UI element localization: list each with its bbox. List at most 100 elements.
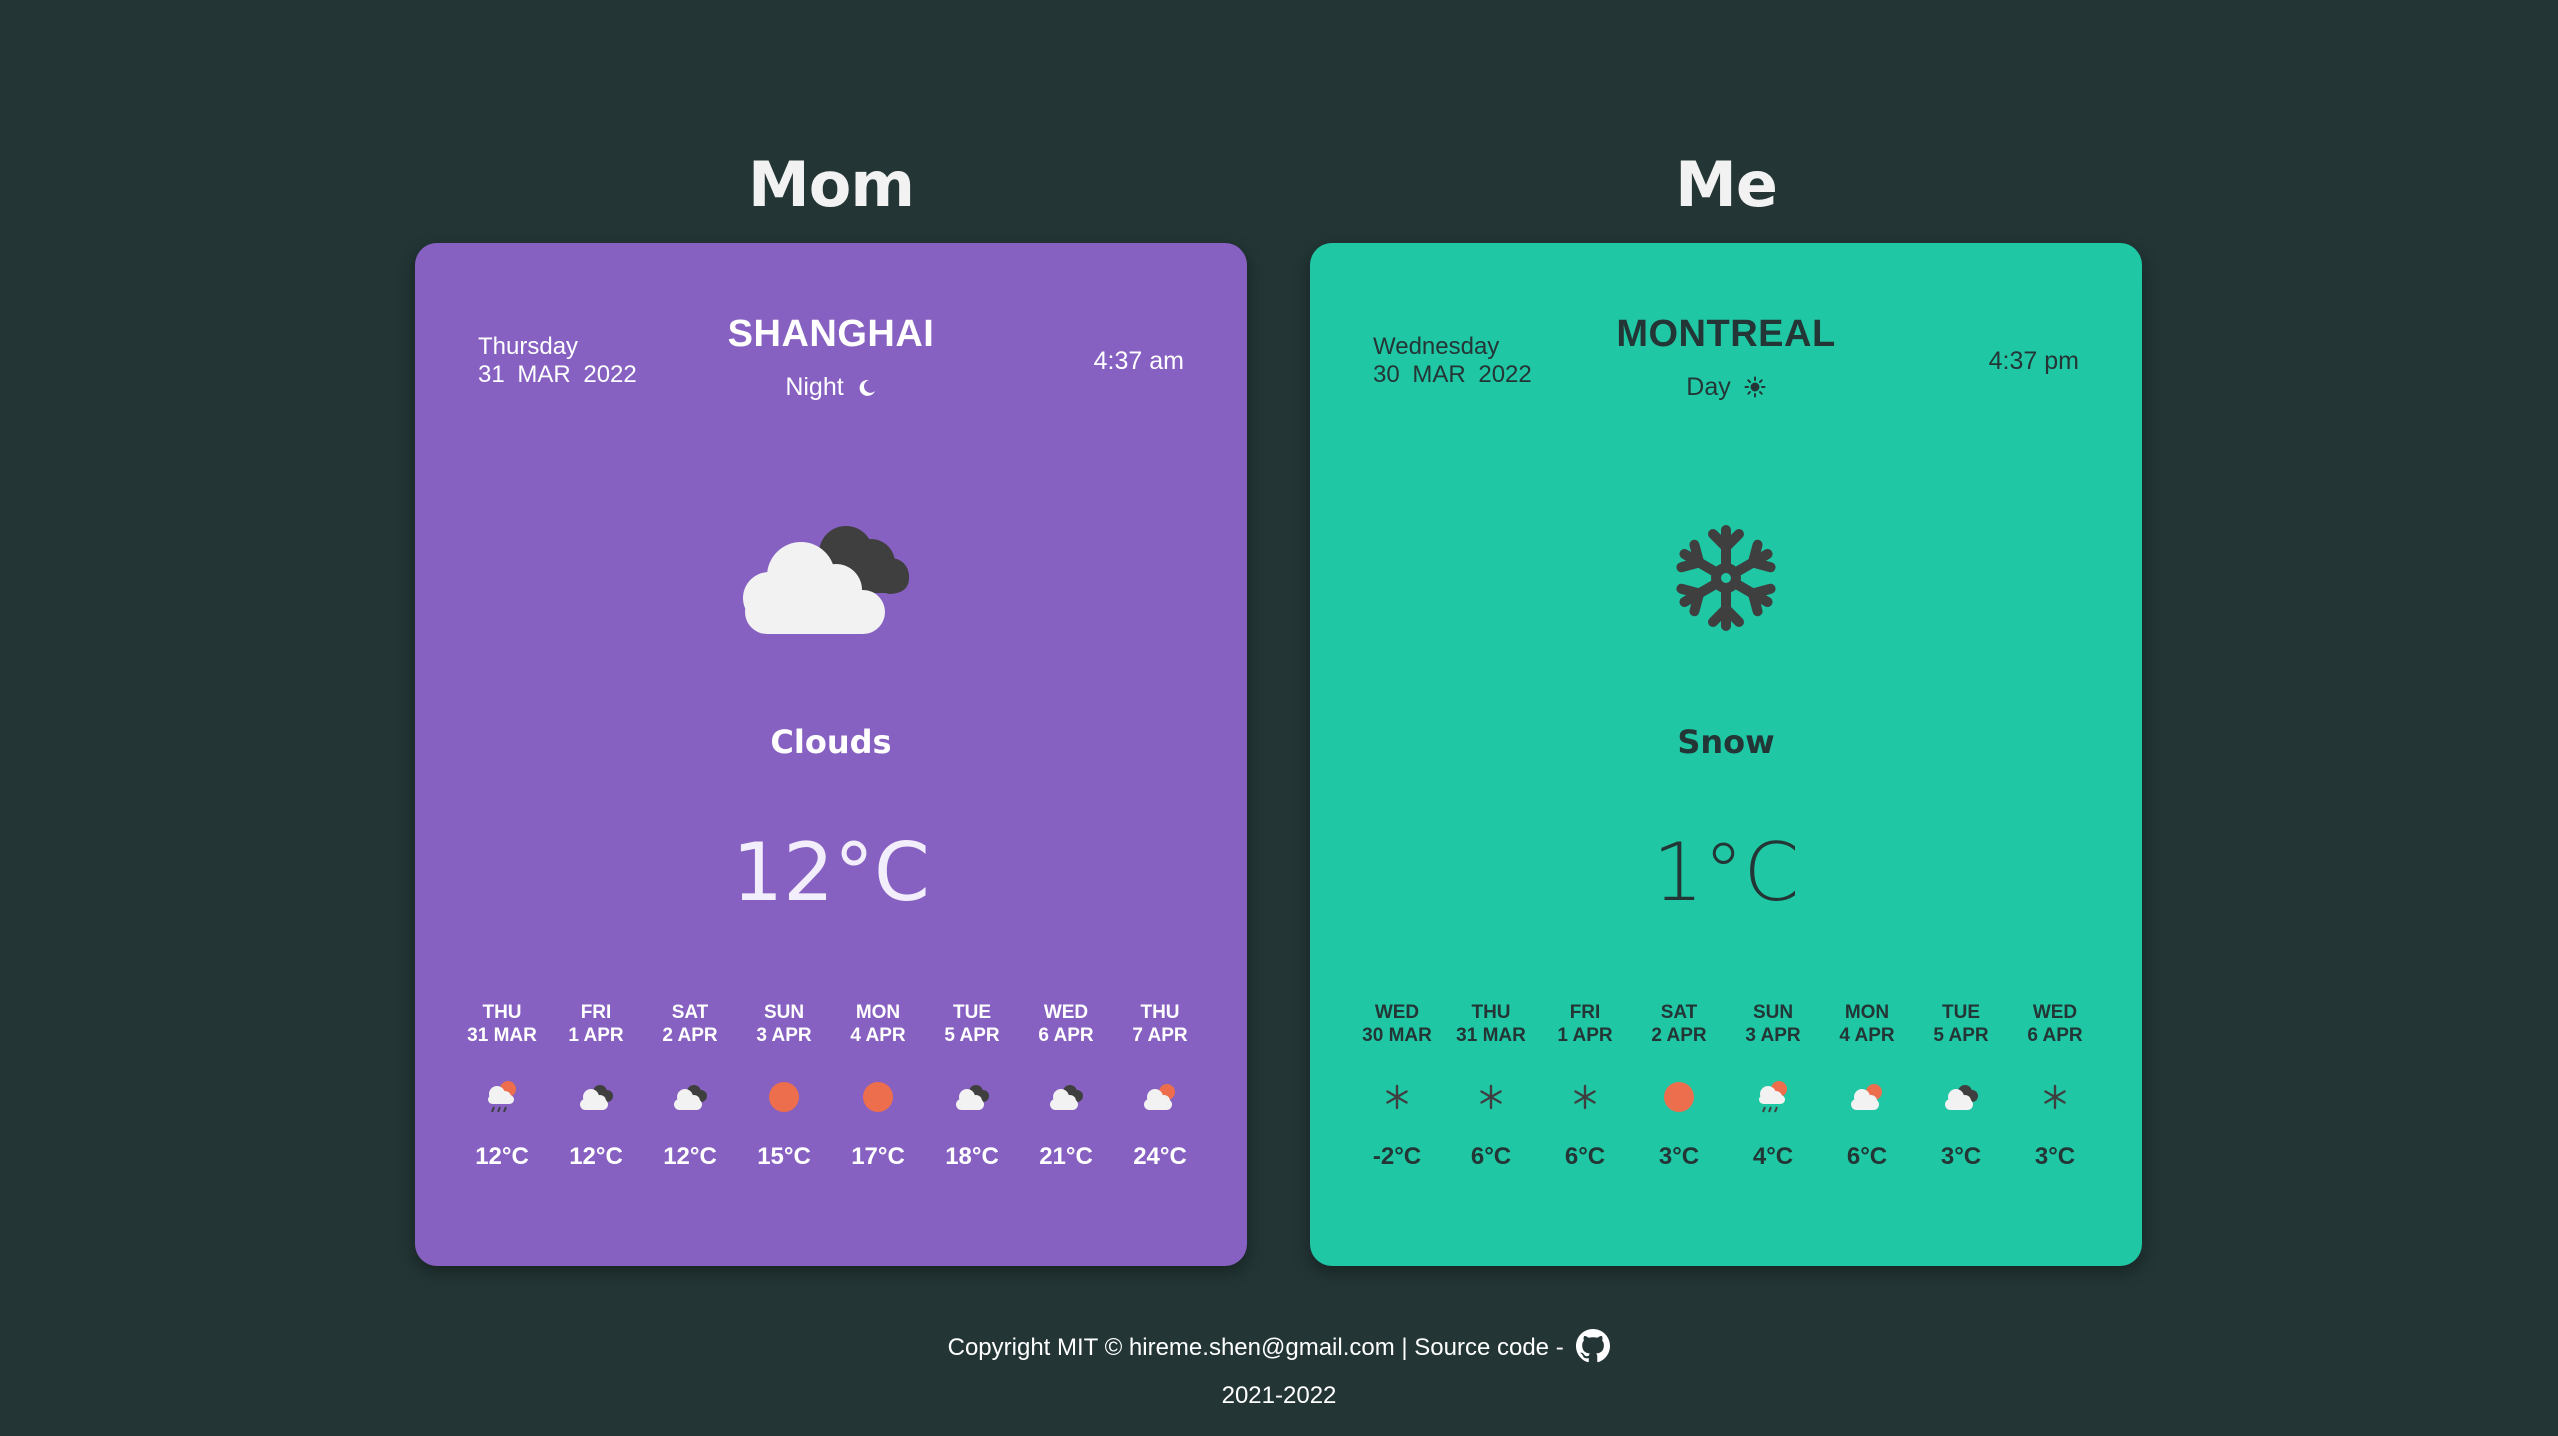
- rain-sun-icon: [488, 1081, 516, 1113]
- forecast-date: 4 APR: [1839, 1025, 1895, 1046]
- weather-card: Thursday 31 MAR 2022 SHANGHAI Night 4:37…: [415, 243, 1247, 1266]
- forecast-day: WED: [1043, 1002, 1089, 1023]
- forecast-item: WED 30 MAR -2°C: [1353, 1001, 1441, 1171]
- forecast-item: THU 31 MAR 12°C: [458, 1001, 546, 1171]
- forecast-list: WED 30 MAR -2°C THU 31 MAR 6°C FRI 1 APR…: [1350, 1001, 2102, 1171]
- forecast-temperature: 4°C: [1752, 1143, 1794, 1170]
- footer: Copyright MIT © hireme.shen@gmail.com | …: [0, 1328, 2558, 1416]
- forecast-day: THU: [482, 1002, 522, 1023]
- forecast-date: 3 APR: [756, 1025, 812, 1046]
- local-time: 4:37 pm: [1988, 347, 2079, 375]
- forecast-temperature: 6°C: [1470, 1143, 1512, 1170]
- copyright-text: Copyright MIT © hireme.shen@gmail.com | …: [947, 1334, 1564, 1361]
- forecast-day: SAT: [1660, 1002, 1698, 1023]
- forecast-day: SUN: [1752, 1002, 1794, 1023]
- forecast-item: SUN 3 APR 4°C: [1729, 1001, 1817, 1171]
- forecast-date: 31 MAR: [467, 1025, 537, 1046]
- clouds-icon: [674, 1085, 707, 1110]
- clouds-icon: [956, 1085, 989, 1110]
- github-icon[interactable]: [1576, 1329, 1611, 1363]
- clouds-icon: [1050, 1085, 1083, 1110]
- forecast-day: THU: [1471, 1002, 1511, 1023]
- forecast-item: FRI 1 APR 6°C: [1541, 1001, 1629, 1171]
- forecast-date: 1 APR: [568, 1025, 624, 1046]
- sun-icon: [1744, 376, 1766, 398]
- forecast-date: 6 APR: [2027, 1025, 2083, 1046]
- forecast-temperature: 12°C: [569, 1143, 623, 1170]
- forecast-day: SAT: [671, 1002, 709, 1023]
- forecast-temperature: 17°C: [851, 1143, 905, 1170]
- forecast-date: 1 APR: [1557, 1025, 1613, 1046]
- forecast-temperature: -2°C: [1372, 1143, 1422, 1170]
- condition-label: Clouds: [770, 723, 892, 761]
- forecast-temperature: 24°C: [1133, 1143, 1187, 1170]
- day-period-label: Day: [1686, 373, 1731, 401]
- forecast-item: WED 6 APR 3°C: [2011, 1001, 2099, 1171]
- forecast-day: TUE: [953, 1002, 991, 1023]
- forecast-temperature: 18°C: [945, 1143, 999, 1170]
- forecast-day: SUN: [763, 1002, 805, 1023]
- forecast-item: SUN 3 APR 15°C: [740, 1001, 828, 1171]
- forecast-date: 5 APR: [944, 1025, 1000, 1046]
- day-period: Night: [415, 373, 1247, 402]
- forecast-date: 2 APR: [1651, 1025, 1707, 1046]
- snowflake-icon: [1676, 525, 1776, 631]
- day-period: Day: [1310, 373, 2142, 402]
- forecast-temperature: 3°C: [1940, 1143, 1982, 1170]
- forecast-item: WED 6 APR 21°C: [1022, 1001, 1110, 1171]
- forecast-date: 4 APR: [850, 1025, 906, 1046]
- weather-card: Wednesday 30 MAR 2022 MONTREAL Day 4:37 …: [1310, 243, 2142, 1266]
- forecast-temperature: 3°C: [1658, 1143, 1700, 1170]
- forecast-date: 5 APR: [1933, 1025, 1989, 1046]
- current-temperature: 12°C: [732, 826, 930, 919]
- forecast-temperature: 12°C: [475, 1143, 529, 1170]
- cloud-sun-icon: [1144, 1084, 1175, 1110]
- forecast-temperature: 6°C: [1846, 1143, 1888, 1170]
- sun-icon: [769, 1082, 799, 1112]
- sun-icon: [1664, 1082, 1694, 1112]
- forecast-item: TUE 5 APR 18°C: [928, 1001, 1016, 1171]
- forecast-item: THU 31 MAR 6°C: [1447, 1001, 1535, 1171]
- snowflake-icon: [2044, 1084, 2066, 1110]
- snowflake-icon: [1574, 1084, 1596, 1110]
- sun-icon: [863, 1082, 893, 1112]
- forecast-temperature: 6°C: [1564, 1143, 1606, 1170]
- clouds-icon: [1945, 1085, 1978, 1110]
- forecast-day: MON: [855, 1002, 901, 1023]
- clouds-icon: [743, 526, 909, 634]
- forecast-date: 7 APR: [1132, 1025, 1188, 1046]
- snowflake-icon: [1386, 1084, 1408, 1110]
- person-title: Me: [1675, 148, 1778, 221]
- forecast-date: 3 APR: [1745, 1025, 1801, 1046]
- forecast-list: THU 31 MAR 12°C FRI 1 APR 12°C SAT 2 APR…: [455, 1001, 1207, 1171]
- moon-icon: [859, 379, 875, 396]
- clouds-icon: [580, 1085, 613, 1110]
- forecast-day: FRI: [580, 1002, 612, 1023]
- forecast-item: MON 4 APR 17°C: [834, 1001, 922, 1171]
- footer-years: 2021-2022: [1221, 1382, 1337, 1409]
- forecast-item: MON 4 APR 6°C: [1823, 1001, 1911, 1171]
- forecast-day: FRI: [1569, 1002, 1601, 1023]
- forecast-item: TUE 5 APR 3°C: [1917, 1001, 2005, 1171]
- forecast-day: TUE: [1942, 1002, 1980, 1023]
- forecast-date: 30 MAR: [1362, 1025, 1432, 1046]
- forecast-day: WED: [2032, 1002, 2078, 1023]
- footer-copyright-line: Copyright MIT © hireme.shen@gmail.com | …: [0, 1328, 2558, 1368]
- condition-label: Snow: [1677, 723, 1775, 761]
- local-time: 4:37 am: [1093, 347, 1184, 375]
- forecast-day: MON: [1844, 1002, 1890, 1023]
- forecast-item: THU 7 APR 24°C: [1116, 1001, 1204, 1171]
- forecast-temperature: 3°C: [2034, 1143, 2076, 1170]
- forecast-temperature: 15°C: [757, 1143, 811, 1170]
- snowflake-icon: [1480, 1084, 1502, 1110]
- forecast-item: SAT 2 APR 3°C: [1635, 1001, 1723, 1171]
- current-temperature: 1°C: [1652, 826, 1800, 919]
- forecast-temperature: 21°C: [1039, 1143, 1093, 1170]
- forecast-date: 2 APR: [662, 1025, 718, 1046]
- forecast-item: SAT 2 APR 12°C: [646, 1001, 734, 1171]
- day-period-label: Night: [785, 373, 844, 401]
- forecast-date: 6 APR: [1038, 1025, 1094, 1046]
- forecast-day: THU: [1140, 1002, 1180, 1023]
- forecast-date: 31 MAR: [1456, 1025, 1526, 1046]
- rain-sun-icon: [1759, 1081, 1787, 1113]
